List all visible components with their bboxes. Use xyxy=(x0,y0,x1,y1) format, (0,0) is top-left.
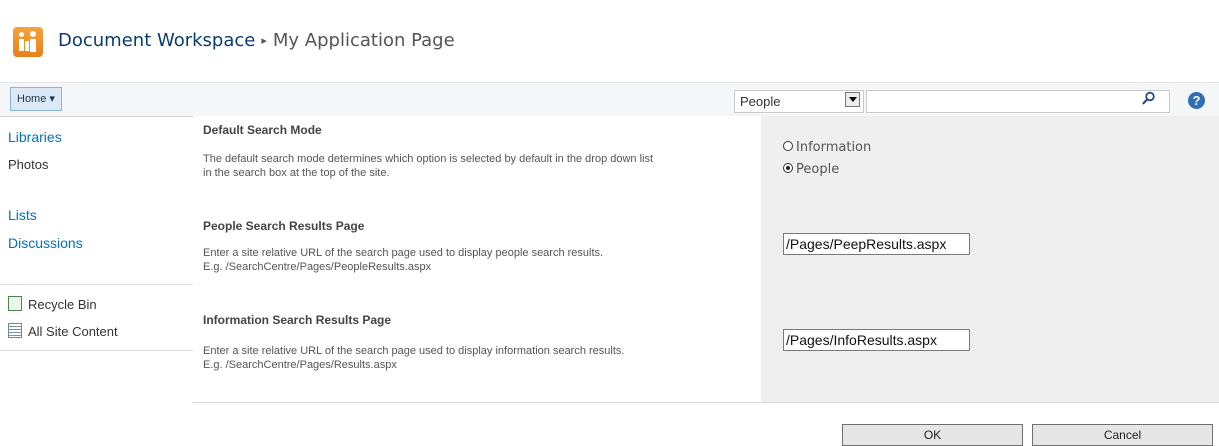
information-results-url-field[interactable]: /Pages/InfoResults.aspx xyxy=(783,329,970,351)
help-icon[interactable]: ? xyxy=(1188,92,1205,109)
radio-label: Information xyxy=(796,140,872,155)
breadcrumb: Document Workspace ▸ My Application Page xyxy=(58,30,455,51)
page-title: My Application Page xyxy=(272,30,455,51)
quick-launch: Libraries Photos Lists Discussions Recyc… xyxy=(0,116,193,441)
nav-discussions[interactable]: Discussions xyxy=(8,235,83,251)
nav-all-site-content-label: All Site Content xyxy=(28,324,118,339)
section-description: Information Search Results Page Enter a … xyxy=(193,306,761,402)
section-title: Default Search Mode xyxy=(203,123,322,137)
nav-photos[interactable]: Photos xyxy=(8,157,48,172)
nav-recycle-bin-label: Recycle Bin xyxy=(28,297,97,312)
section-text-line: Enter a site relative URL of the search … xyxy=(203,345,625,357)
radio-information[interactable]: Information xyxy=(783,140,871,155)
people-results-url-field[interactable]: /Pages/PeepResults.aspx xyxy=(783,233,970,255)
tab-home[interactable]: Home ▾ xyxy=(10,87,62,111)
dropdown-arrow-icon[interactable] xyxy=(845,92,860,107)
site-logo-icon[interactable] xyxy=(13,27,43,57)
breadcrumb-site-link[interactable]: Document Workspace xyxy=(58,30,255,51)
nav-libraries[interactable]: Libraries xyxy=(8,129,62,145)
radio-button[interactable] xyxy=(783,163,793,173)
section-information-search-results: Information Search Results Page Enter a … xyxy=(193,306,1219,403)
top-navigation-bar: Home ▾ People ? xyxy=(0,82,1219,117)
section-description: Default Search Mode The default search m… xyxy=(193,116,761,212)
radio-people[interactable]: People xyxy=(783,162,839,177)
nav-bottom-divider xyxy=(0,350,193,351)
radio-button[interactable] xyxy=(783,141,793,151)
breadcrumb-separator: ▸ xyxy=(261,34,267,47)
section-title: People Search Results Page xyxy=(203,219,365,233)
search-scope-value: People xyxy=(740,94,781,109)
section-control-area xyxy=(761,212,1219,306)
nav-divider xyxy=(0,284,193,285)
section-text-line: in the search box at the top of the site… xyxy=(203,167,390,179)
section-text-line: E.g. /SearchCentre/Pages/PeopleResults.a… xyxy=(203,261,432,273)
section-control-area xyxy=(761,306,1219,402)
section-text-line: E.g. /SearchCentre/Pages/Results.aspx xyxy=(203,359,397,371)
ok-button[interactable]: OK xyxy=(842,424,1023,446)
nav-lists[interactable]: Lists xyxy=(8,207,37,223)
section-title: Information Search Results Page xyxy=(203,313,392,327)
section-default-search-mode: Default Search Mode The default search m… xyxy=(193,116,1219,213)
all-site-content-icon xyxy=(8,323,22,338)
section-people-search-results: People Search Results Page Enter a site … xyxy=(193,212,1219,307)
section-text-line: The default search mode determines which… xyxy=(203,153,654,165)
settings-form: Default Search Mode The default search m… xyxy=(193,116,1219,406)
search-scope-select[interactable]: People xyxy=(734,90,864,113)
section-description: People Search Results Page Enter a site … xyxy=(193,212,761,306)
recycle-bin-icon xyxy=(8,296,22,311)
nav-all-site-content[interactable]: All Site Content xyxy=(8,323,118,339)
cancel-button[interactable]: Cancel xyxy=(1032,424,1213,446)
radio-label: People xyxy=(796,162,840,177)
nav-recycle-bin[interactable]: Recycle Bin xyxy=(8,296,97,312)
search-input[interactable] xyxy=(866,90,1170,113)
page-header: Document Workspace ▸ My Application Page xyxy=(0,0,1219,82)
section-text-line: Enter a site relative URL of the search … xyxy=(203,247,604,259)
search-icon[interactable] xyxy=(1142,91,1156,105)
